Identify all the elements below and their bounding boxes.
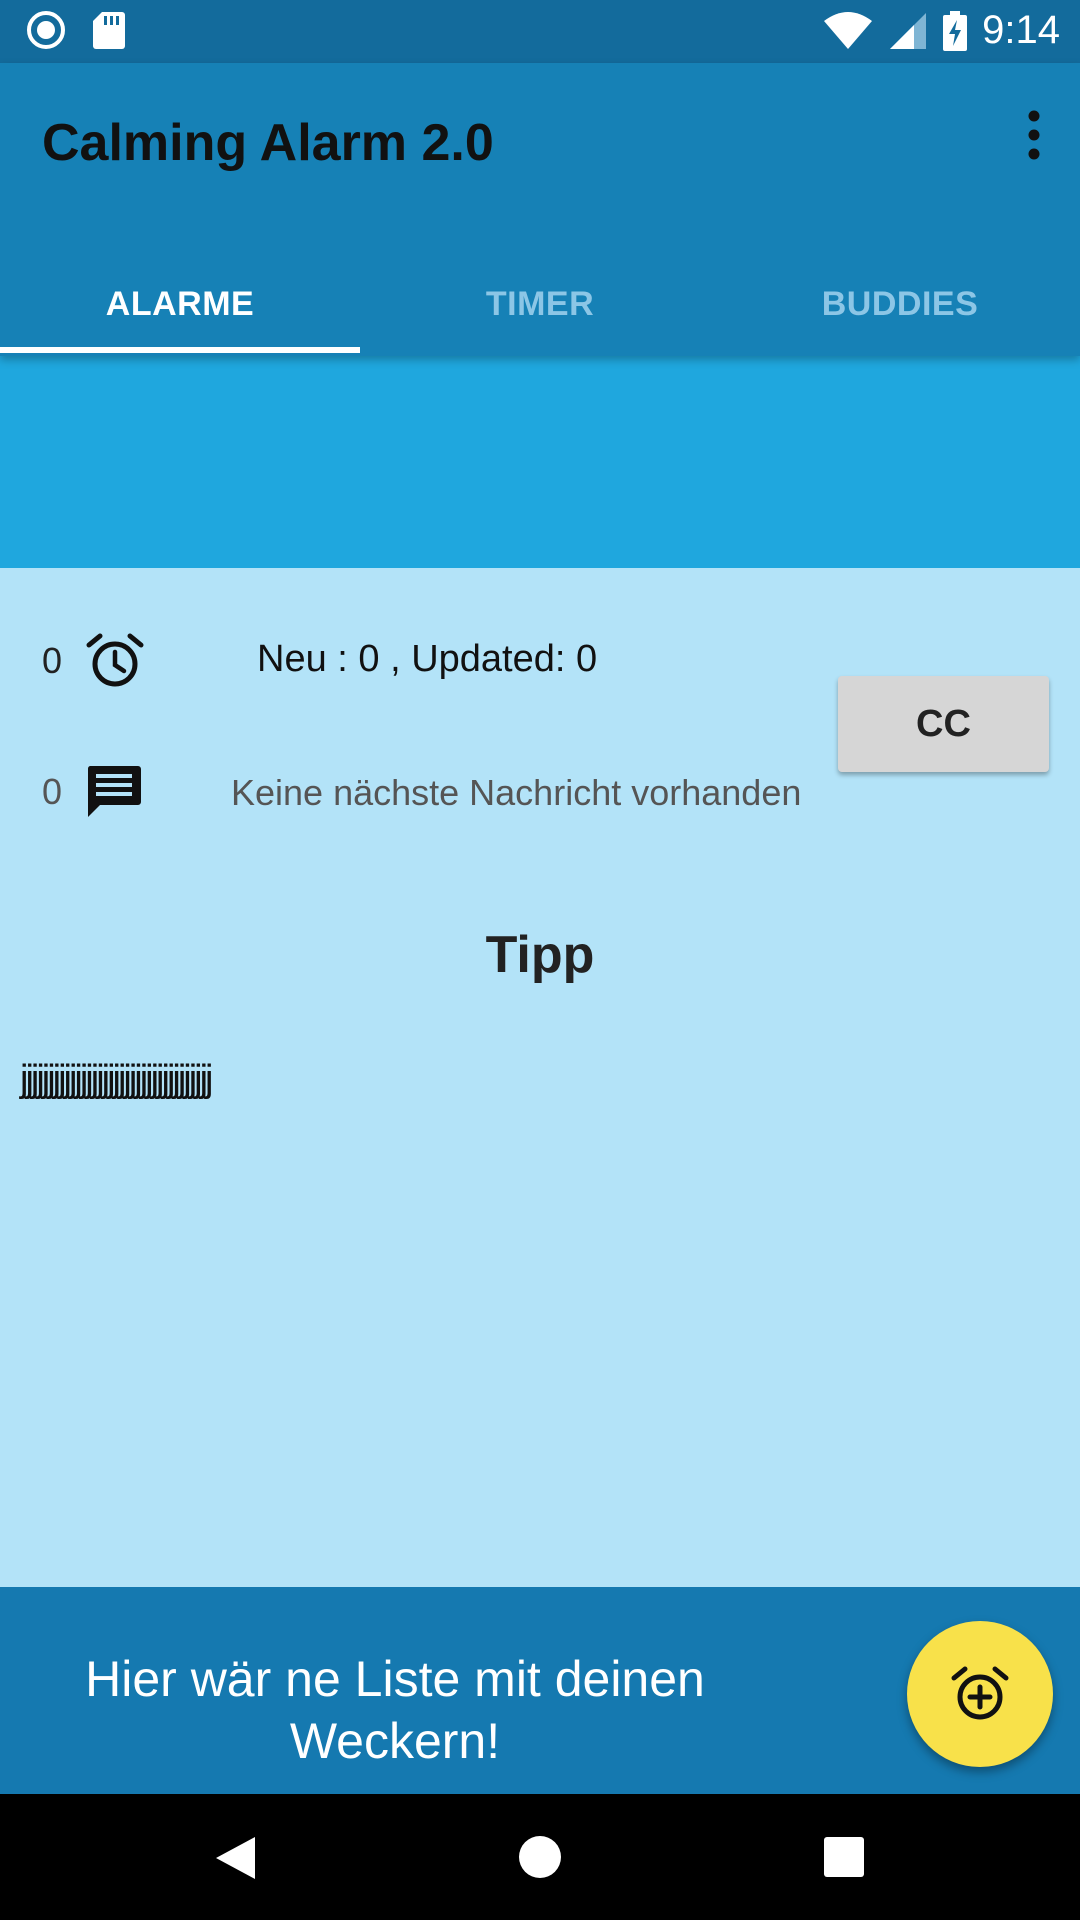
tab-bar: ALARME TIMER BUDDIES xyxy=(0,263,1080,356)
tab-indicator xyxy=(0,347,360,353)
home-icon[interactable] xyxy=(518,1835,562,1879)
more-vert-icon[interactable] xyxy=(1022,109,1046,161)
empty-alarm-list-message: Hier wär ne Liste mit deinen Weckern! xyxy=(40,1648,750,1772)
tab-label: ALARME xyxy=(105,285,255,323)
back-icon[interactable] xyxy=(213,1835,257,1881)
cc-button[interactable]: CC xyxy=(838,676,1049,772)
navigation-bar xyxy=(0,1794,1080,1920)
signal-icon xyxy=(890,12,927,49)
message-count: 0 xyxy=(42,771,63,812)
tab-buddies[interactable]: BUDDIES xyxy=(720,263,1080,356)
status-bar: 9:14 xyxy=(0,0,1080,63)
app-bar: Calming Alarm 2.0 ALARME TIMER BUDDIES xyxy=(0,63,1080,356)
battery-charging-icon xyxy=(943,10,968,51)
recents-icon[interactable] xyxy=(823,1836,865,1878)
tab-label: TIMER xyxy=(485,285,595,323)
wifi-icon xyxy=(824,11,873,49)
alarm-count-row: 0 xyxy=(42,632,144,690)
alarm-clock-icon xyxy=(86,633,144,687)
message-icon xyxy=(88,766,142,817)
tab-alarme[interactable]: ALARME xyxy=(0,263,360,356)
sd-card-icon xyxy=(93,12,125,49)
message-count-row: 0 xyxy=(42,764,142,820)
record-icon xyxy=(27,11,65,49)
cc-button-label: CC xyxy=(916,702,971,745)
next-message-text: Keine nächste Nachricht vorhanden xyxy=(231,772,802,813)
tab-timer[interactable]: TIMER xyxy=(360,263,720,356)
update-status-text: Neu : 0 , Updated: 0 xyxy=(257,638,598,680)
add-alarm-button[interactable] xyxy=(907,1621,1053,1767)
app-title: Calming Alarm 2.0 xyxy=(42,114,494,172)
alarm-count: 0 xyxy=(42,640,63,681)
header-banner xyxy=(0,356,1080,568)
add-alarm-icon xyxy=(951,1666,1009,1720)
tip-text: jjjjjjjjjjjjjjjjjjjjjjjjjjjjjjjjjjj xyxy=(20,1058,213,1100)
tip-title: Tipp xyxy=(485,926,595,984)
empty-message-line1: Hier wär ne Liste mit deinen xyxy=(85,1651,705,1707)
empty-message-line2: Weckern! xyxy=(289,1713,501,1769)
tab-label: BUDDIES xyxy=(821,285,979,323)
status-time: 9:14 xyxy=(982,8,1060,52)
